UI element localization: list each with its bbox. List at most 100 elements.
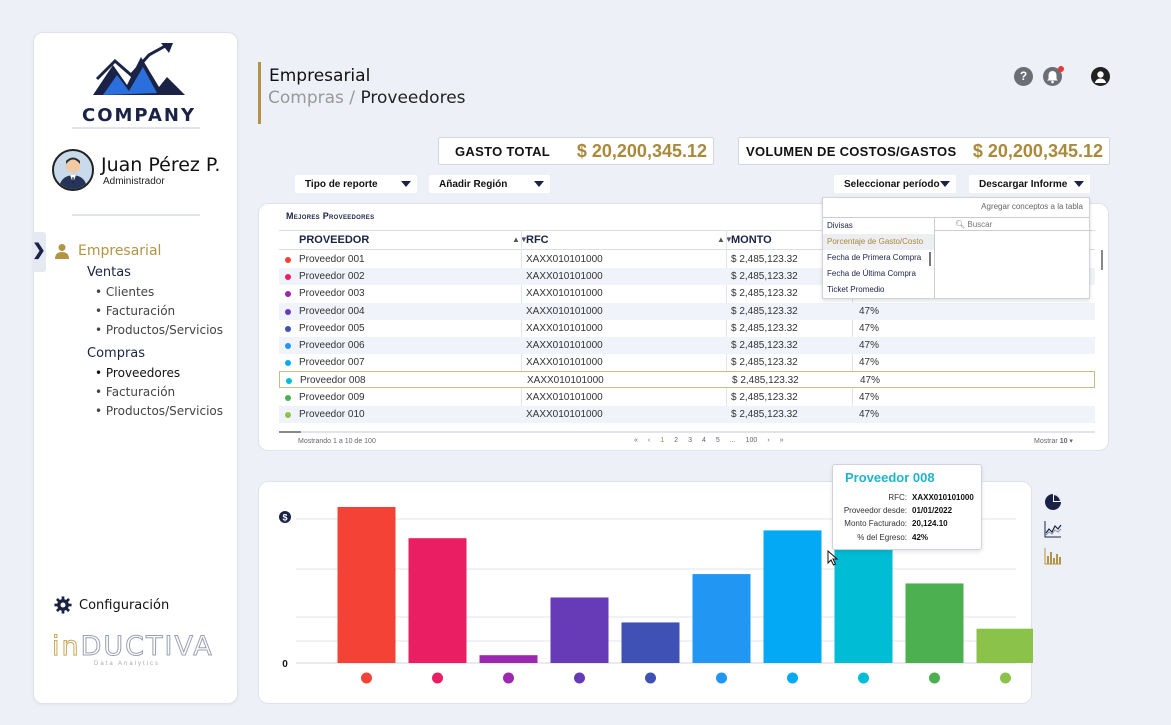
- tipo-reporte-dropdown[interactable]: Tipo de reporte: [295, 175, 417, 193]
- concept-item[interactable]: Fecha de Primera Compra: [823, 250, 934, 266]
- page-ellipsis: ...: [729, 437, 736, 444]
- cell-rfc: XAXX010101000: [526, 357, 603, 369]
- bar-6[interactable]: [692, 574, 751, 663]
- collapse-chevron-icon[interactable]: ❯: [32, 232, 46, 272]
- pie-chart-icon[interactable]: [1044, 493, 1062, 511]
- breadcrumb-parent[interactable]: Compras: [268, 88, 344, 108]
- line-chart-icon[interactable]: [1044, 520, 1062, 538]
- concept-item[interactable]: Porcentaje de Gasto/Costo: [823, 234, 934, 250]
- column-header-rfc[interactable]: RFC: [526, 234, 549, 246]
- table-row[interactable]: Proveedor 004 XAXX010101000 $ 2,485,123.32…: [279, 302, 1095, 320]
- bar-9[interactable]: [905, 583, 964, 663]
- bar-10[interactable]: [976, 628, 1034, 663]
- company-name: COMPANY: [82, 105, 196, 126]
- concepts-list: Divisas Porcentaje de Gasto/Costo Fecha …: [823, 217, 935, 299]
- help-icon[interactable]: ?: [1014, 67, 1033, 86]
- cell-monto: $ 2,485,123.32: [731, 391, 798, 403]
- company-logo[interactable]: COMPANY: [79, 43, 199, 133]
- seleccionar-periodo-dropdown[interactable]: Seleccionar período: [834, 175, 956, 193]
- last-page-icon[interactable]: »: [780, 437, 784, 444]
- concepts-search-input[interactable]: 🔍︎ Buscar: [935, 217, 1090, 231]
- legend-dot-2[interactable]: [432, 672, 443, 684]
- bar-chart-icon[interactable]: [1044, 547, 1062, 565]
- table-row[interactable]: Proveedor 006 XAXX010101000 $ 2,485,123.32…: [279, 337, 1095, 354]
- table-row[interactable]: Proveedor 007 XAXX010101000 $ 2,485,123.32…: [279, 354, 1095, 371]
- sidebar-item-clientes[interactable]: Clientes: [95, 285, 223, 299]
- sidebar-item-configuracion[interactable]: Configuración: [54, 596, 169, 614]
- page-4[interactable]: 4: [702, 437, 706, 444]
- caret-down-icon: [1074, 181, 1084, 187]
- concept-item[interactable]: Divisas: [823, 218, 934, 234]
- page-2[interactable]: 2: [674, 437, 678, 444]
- bar-5[interactable]: [621, 622, 680, 663]
- sidebar-item-productos-compras[interactable]: Productos/Servicios: [95, 404, 223, 418]
- legend-dot-7[interactable]: [787, 672, 798, 684]
- cell-monto: $ 2,485,123.32: [731, 254, 798, 265]
- inductiva-tagline: Data Analytics: [94, 661, 161, 667]
- prev-page-icon[interactable]: ‹: [648, 437, 650, 444]
- page-5[interactable]: 5: [716, 437, 720, 444]
- tooltip-label: RFC:: [888, 493, 907, 502]
- page-3[interactable]: 3: [688, 437, 692, 444]
- sidebar-item-proveedores[interactable]: Proveedores: [95, 366, 223, 380]
- caret-down-icon: [940, 181, 950, 187]
- bar-2[interactable]: [408, 538, 467, 663]
- bar-1[interactable]: [337, 507, 396, 663]
- bar-3[interactable]: [479, 655, 538, 663]
- sidebar-item-facturacion-ventas[interactable]: Facturación: [95, 304, 223, 318]
- add-concepts-popover: Agregar conceptos a la tabla Divisas Por…: [822, 197, 1090, 299]
- popover-title: Agregar conceptos a la tabla: [981, 202, 1083, 211]
- cell-porcentaje: 47%: [860, 375, 881, 387]
- column-header-proveedor[interactable]: PROVEEDOR: [299, 234, 369, 246]
- sidebar: COMPANY Juan Pérez P. Administrador ❯ Em…: [32, 32, 238, 704]
- legend-dot-10[interactable]: [1000, 672, 1011, 684]
- legend-dot-4[interactable]: [574, 672, 585, 684]
- kpi-value: $ 20,200,345.12: [972, 140, 1103, 161]
- scroll-thumb[interactable]: [279, 431, 301, 433]
- cell-monto: $ 2,485,123.32: [732, 375, 799, 387]
- table-row[interactable]: Proveedor 008 XAXX010101000 $ 2,485,123.32…: [279, 371, 1095, 389]
- divider: [72, 127, 200, 129]
- descargar-informe-dropdown[interactable]: Descargar Informe: [969, 175, 1090, 193]
- page-size-select[interactable]: Mostrar 10 ▾: [1034, 437, 1073, 445]
- cell-porcentaje: 47%: [859, 391, 880, 403]
- series-color-dot: [285, 394, 291, 401]
- column-header-monto[interactable]: MONTO: [731, 234, 772, 246]
- series-color-dot: [285, 291, 291, 298]
- concept-item[interactable]: Ticket Promedio: [823, 282, 934, 298]
- kpi-label: VOLUMEN DE COSTOS/GASTOS: [746, 143, 957, 159]
- user-profile[interactable]: Juan Pérez P. Administrador: [52, 149, 220, 191]
- first-page-icon[interactable]: «: [634, 437, 638, 444]
- bar-4[interactable]: [550, 597, 609, 663]
- bar-7[interactable]: [763, 530, 822, 663]
- vertical-scrollbar[interactable]: [1101, 250, 1103, 270]
- next-page-icon[interactable]: ›: [767, 437, 769, 444]
- account-icon[interactable]: [1091, 67, 1110, 86]
- concepts-scrollbar[interactable]: [929, 252, 931, 266]
- anadir-region-dropdown[interactable]: Añadir Región: [429, 175, 550, 193]
- page-title: Empresarial: [269, 66, 371, 86]
- legend-dot-8[interactable]: [858, 672, 869, 684]
- table-row[interactable]: Proveedor 010 XAXX010101000 $ 2,485,123.32…: [279, 405, 1095, 423]
- sidebar-item-facturacion-compras[interactable]: Facturación: [95, 385, 223, 399]
- legend-dot-1[interactable]: [361, 672, 372, 684]
- cell-proveedor: Proveedor 004: [299, 305, 365, 317]
- bell-icon[interactable]: [1043, 66, 1064, 86]
- horizontal-scrollbar[interactable]: [279, 431, 1095, 433]
- cell-monto: $ 2,485,123.32: [731, 271, 798, 283]
- legend-dot-6[interactable]: [716, 672, 727, 684]
- page-100[interactable]: 100: [746, 437, 758, 444]
- sidebar-section-ventas[interactable]: Ventas: [87, 265, 223, 280]
- sidebar-section-compras[interactable]: Compras: [87, 346, 223, 361]
- sidebar-item-productos-ventas[interactable]: Productos/Servicios: [95, 323, 223, 337]
- breadcrumb: Compras / Proveedores: [268, 88, 466, 108]
- concept-item[interactable]: Fecha de Última Compra: [823, 266, 934, 282]
- table-row[interactable]: Proveedor 005 XAXX010101000 $ 2,485,123.32…: [279, 320, 1095, 337]
- sidebar-item-empresarial[interactable]: Empresarial: [54, 243, 223, 259]
- legend-dot-5[interactable]: [645, 672, 656, 684]
- legend-dot-3[interactable]: [503, 672, 514, 684]
- legend-dot-9[interactable]: [929, 672, 940, 684]
- page-1[interactable]: 1: [660, 437, 664, 444]
- table-row[interactable]: Proveedor 009 XAXX010101000 $ 2,485,123.32…: [279, 389, 1095, 406]
- chart-tooltip: Proveedor 008 RFC: XAXX010101000 Proveed…: [832, 464, 982, 550]
